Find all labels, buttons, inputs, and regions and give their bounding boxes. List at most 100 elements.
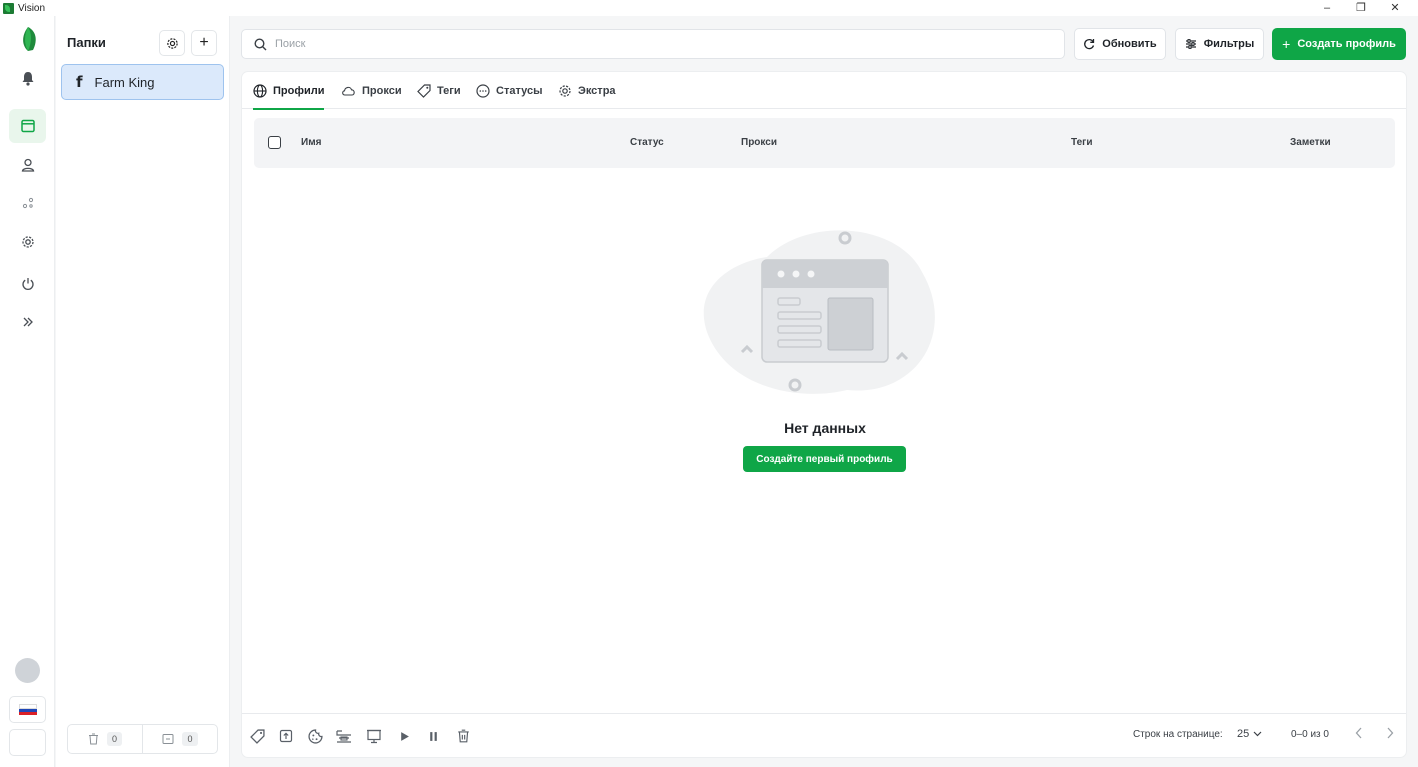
plus-icon: + bbox=[199, 34, 209, 51]
sliders-icon bbox=[1185, 39, 1196, 49]
monitor-icon bbox=[367, 729, 381, 743]
search-bar bbox=[241, 29, 1065, 59]
gear-icon bbox=[559, 84, 571, 97]
filters-label: Фильтры bbox=[1203, 38, 1255, 50]
tab-label: Статусы bbox=[496, 84, 543, 97]
chevrons-right-icon bbox=[23, 317, 33, 327]
refresh-button[interactable]: Обновить bbox=[1074, 28, 1166, 60]
plus-icon: + bbox=[1282, 36, 1291, 52]
archive-icon bbox=[162, 734, 174, 744]
tag-icon bbox=[249, 728, 265, 744]
tab-profiles[interactable]: Профили bbox=[253, 72, 325, 110]
delete-button[interactable] bbox=[454, 727, 472, 745]
folders-panel: Папки + f Farm King 0 0 bbox=[56, 16, 230, 767]
trash-count: 0 bbox=[106, 732, 122, 746]
filters-button[interactable]: Фильтры bbox=[1175, 28, 1264, 60]
server-icon bbox=[336, 729, 351, 743]
profiles-icon bbox=[20, 119, 35, 133]
language-button[interactable] bbox=[9, 696, 46, 723]
column-notes[interactable]: Заметки bbox=[1290, 137, 1331, 148]
notifications-button[interactable] bbox=[9, 61, 46, 95]
moon-icon bbox=[23, 737, 30, 748]
bell-icon bbox=[22, 71, 33, 86]
refresh-label: Обновить bbox=[1102, 38, 1157, 50]
chevron-left-icon bbox=[1355, 727, 1362, 739]
cookies-button[interactable] bbox=[306, 727, 324, 745]
tab-proxies[interactable]: Прокси bbox=[341, 72, 402, 109]
trash-icon bbox=[457, 729, 469, 743]
user-icon bbox=[21, 158, 34, 172]
users-nav-button[interactable] bbox=[9, 148, 46, 182]
add-folder-button[interactable]: + bbox=[191, 30, 217, 56]
folder-item-farm-king[interactable]: f Farm King bbox=[61, 64, 224, 100]
folder-settings-button[interactable] bbox=[159, 30, 185, 56]
start-button[interactable] bbox=[395, 727, 413, 745]
gear-icon bbox=[21, 236, 34, 248]
share-icon bbox=[22, 197, 33, 209]
pagination-range: 0–0 из 0 bbox=[1291, 729, 1329, 740]
tab-label: Экстра bbox=[578, 84, 616, 97]
search-input[interactable] bbox=[275, 38, 975, 50]
tab-label: Прокси bbox=[362, 84, 402, 97]
tab-statuses[interactable]: Статусы bbox=[476, 72, 542, 109]
create-first-profile-button[interactable]: Создайте первый профиль bbox=[743, 446, 906, 472]
expand-sidebar-button[interactable] bbox=[9, 305, 46, 339]
play-icon bbox=[400, 731, 409, 741]
table-footer: Строк на странице: 25 0–0 из 0 bbox=[242, 713, 1406, 757]
settings-nav-button[interactable] bbox=[9, 225, 46, 259]
app-logo-icon bbox=[3, 2, 14, 14]
tab-tags[interactable]: Теги bbox=[417, 72, 461, 109]
close-window-button[interactable]: ✕ bbox=[1378, 0, 1412, 16]
globe-icon bbox=[253, 83, 267, 98]
share-nav-button[interactable] bbox=[9, 186, 46, 220]
next-page-button[interactable] bbox=[1386, 726, 1394, 742]
maximize-button[interactable]: ❐ bbox=[1344, 0, 1378, 16]
logout-button[interactable] bbox=[9, 267, 46, 301]
refresh-icon bbox=[1084, 38, 1095, 50]
theme-toggle-button[interactable] bbox=[9, 729, 46, 756]
create-profile-label: Создать профиль bbox=[1297, 38, 1396, 50]
rows-per-page-label: Строк на странице: bbox=[1133, 729, 1223, 740]
proxy-action-button[interactable] bbox=[335, 727, 353, 745]
avatar[interactable] bbox=[15, 658, 40, 683]
gear-icon bbox=[166, 37, 178, 49]
archive-button[interactable]: 0 bbox=[142, 725, 217, 753]
chevron-down-icon bbox=[1253, 731, 1262, 737]
pause-button[interactable] bbox=[424, 727, 442, 745]
pause-icon bbox=[429, 731, 437, 741]
table-header: Имя Статус Прокси Теги Заметки bbox=[254, 118, 1395, 168]
column-proxy[interactable]: Прокси bbox=[741, 137, 777, 148]
profiles-nav-button[interactable] bbox=[9, 109, 46, 143]
trash-button[interactable]: 0 bbox=[68, 725, 142, 753]
folder-counters: 0 0 bbox=[67, 724, 218, 754]
select-all-checkbox[interactable] bbox=[268, 136, 281, 149]
tab-bar: Профили Прокси Теги Статусы Экстра bbox=[242, 72, 1406, 110]
window-title: Vision bbox=[18, 2, 46, 14]
previous-page-button[interactable] bbox=[1355, 726, 1363, 742]
column-name[interactable]: Имя bbox=[301, 137, 321, 148]
create-profile-button[interactable]: + Создать профиль bbox=[1272, 28, 1406, 60]
tab-label: Профили bbox=[273, 84, 325, 97]
cloud-icon bbox=[342, 86, 355, 96]
empty-state-illustration bbox=[703, 230, 935, 394]
power-icon bbox=[21, 278, 34, 290]
minimize-button[interactable]: – bbox=[1310, 0, 1344, 16]
folder-label: Farm King bbox=[94, 74, 155, 90]
window-titlebar: Vision – ❐ ✕ bbox=[0, 0, 1418, 16]
nav-rail bbox=[0, 16, 55, 767]
cookie-icon bbox=[307, 728, 323, 744]
tag-icon bbox=[417, 83, 431, 98]
chevron-right-icon bbox=[1387, 727, 1394, 739]
column-status[interactable]: Статус bbox=[630, 137, 664, 148]
desktop-action-button[interactable] bbox=[365, 727, 383, 745]
rows-per-page-select[interactable]: 25 bbox=[1237, 728, 1262, 740]
archive-count: 0 bbox=[182, 732, 198, 746]
export-button[interactable] bbox=[277, 727, 295, 745]
profiles-panel: Профили Прокси Теги Статусы Экстра Имя С… bbox=[241, 71, 1407, 758]
column-tags[interactable]: Теги bbox=[1071, 137, 1092, 148]
tab-extra[interactable]: Экстра bbox=[558, 72, 616, 109]
facebook-icon: f bbox=[76, 73, 83, 91]
tag-action-button[interactable] bbox=[248, 727, 266, 745]
window-controls: – ❐ ✕ bbox=[1310, 0, 1412, 16]
dots-circle-icon bbox=[476, 83, 490, 98]
